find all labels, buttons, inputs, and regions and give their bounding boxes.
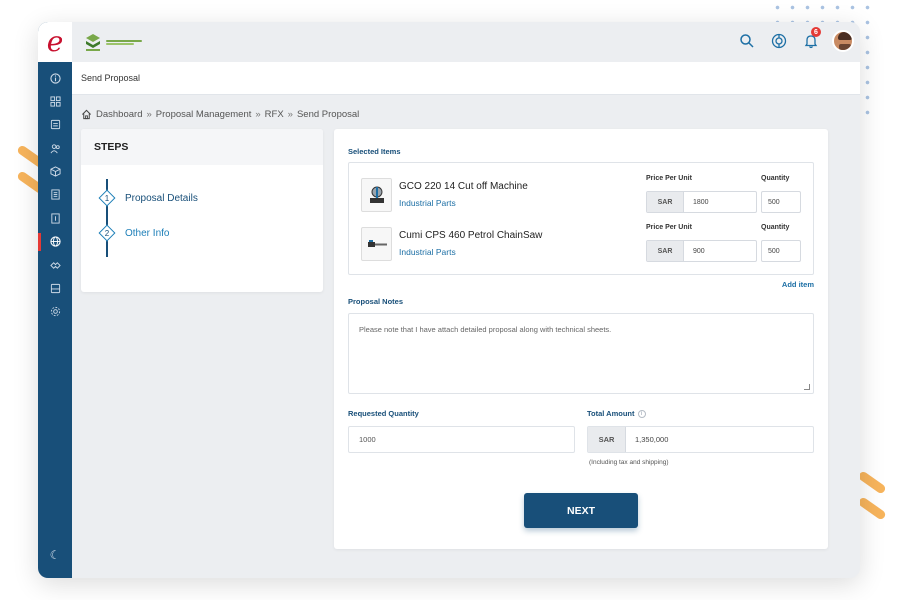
quantity-input[interactable]: 500 [761,240,801,262]
step-label: Other Info [125,227,170,239]
decorative-stripe [857,470,887,495]
top-icons: 6 [736,27,860,52]
proposal-notes-textarea[interactable]: Please note that I have attach detailed … [348,313,814,394]
document-icon[interactable] [38,185,72,205]
company-logo-mark [86,34,100,51]
breadcrumb: Dashboard » Proposal Management » RFX » … [81,109,359,120]
page-header: Send Proposal [72,62,860,95]
info-icon[interactable]: i [637,410,646,419]
item-category[interactable]: Industrial Parts [399,247,456,257]
settings-icon[interactable] [38,302,72,322]
breadcrumb-proposal-management[interactable]: Proposal Management [156,109,252,120]
decorative-stripe [857,496,887,521]
tax-note: (Including tax and shipping) [589,459,669,466]
requested-quantity-input[interactable]: 1000 [348,426,575,453]
item-category[interactable]: Industrial Parts [399,198,456,208]
step-other-info[interactable]: 2 Other Info [97,223,169,243]
step-number: 1 [104,193,110,203]
file-icon[interactable] [38,208,72,228]
moon-icon[interactable]: ☾ [38,548,72,562]
list-item: GCO 220 14 Cut off Machine Industrial Pa… [361,173,801,217]
price-value[interactable]: 900 [684,241,756,261]
total-amount-input: SAR 1,350,000 [587,426,814,453]
add-item-link[interactable]: Add item [782,280,814,289]
globe-icon[interactable] [768,30,790,52]
selected-items-list: GCO 220 14 Cut off Machine Industrial Pa… [348,162,814,275]
grid-icon[interactable] [38,91,72,111]
search-icon[interactable] [736,30,758,52]
item-name: Cumi CPS 460 Petrol ChainSaw [399,230,543,241]
company-logo[interactable] [83,32,142,52]
users-icon[interactable] [38,138,72,158]
topbar: 6 [72,22,860,62]
bell-icon[interactable]: 6 [800,27,822,52]
resize-handle[interactable] [804,384,810,390]
total-amount-value: 1,350,000 [635,435,669,444]
list-item: Cumi CPS 460 Petrol ChainSaw Industrial … [361,222,801,266]
steps-panel: STEPS 1 Proposal Details 2 Other Info [81,129,323,292]
breadcrumb-separator: » [287,109,293,120]
currency-label: SAR [647,192,684,212]
app-window: e ☾ 6 Send Proposal Dashboard » Proposal… [38,22,860,578]
step-number: 2 [104,228,110,238]
price-value[interactable]: 1800 [684,192,756,212]
breadcrumb-separator: » [255,109,261,120]
steps-title: STEPS [81,129,323,165]
price-per-unit-label: Price Per Unit [646,175,692,182]
requested-quantity-label: Requested Quantity [348,409,419,418]
handshake-icon[interactable] [38,255,72,275]
next-button[interactable]: NEXT [524,493,638,528]
item-name: GCO 220 14 Cut off Machine [399,181,528,192]
avatar[interactable] [832,30,854,52]
selected-items-label: Selected Items [348,147,401,156]
quantity-label: Quantity [761,175,790,182]
sidebar: e ☾ [38,22,72,578]
breadcrumb-rfx[interactable]: RFX [265,109,284,120]
quantity-label: Quantity [761,224,790,231]
step-proposal-details[interactable]: 1 Proposal Details [97,188,198,208]
total-amount-label: Total Amount [587,409,635,418]
total-amount-label-row: Total Amount i [587,409,646,419]
product-image [361,227,392,261]
breadcrumb-dashboard[interactable]: Dashboard [96,109,142,120]
price-input[interactable]: SAR 1800 [646,191,757,213]
price-per-unit-label: Price Per Unit [646,224,692,231]
globe-icon[interactable] [38,232,72,252]
price-input[interactable]: SAR 900 [646,240,757,262]
step-marker: 1 [97,188,117,208]
currency-label: SAR [588,427,626,452]
info-icon[interactable] [38,68,72,88]
home-icon[interactable] [81,109,92,120]
app-logo[interactable]: e [38,22,72,62]
company-logo-text [106,39,142,45]
currency-label: SAR [647,241,684,261]
proposal-form: Selected Items GCO 220 14 Cut off Machin… [334,129,828,549]
inbox-icon[interactable] [38,115,72,135]
logo-letter: e [46,25,64,58]
notes-text: Please note that I have attach detailed … [359,325,612,334]
step-label: Proposal Details [125,192,198,204]
quantity-input[interactable]: 500 [761,191,801,213]
breadcrumb-send-proposal: Send Proposal [296,109,360,120]
product-image [361,178,392,212]
notification-badge: 6 [811,27,821,37]
step-marker: 2 [97,223,117,243]
box-icon[interactable] [38,162,72,182]
page-header-title: Send Proposal [81,73,141,83]
breadcrumb-separator: » [146,109,152,120]
proposal-notes-label: Proposal Notes [348,297,404,306]
archive-icon[interactable] [38,279,72,299]
sidebar-nav [38,68,72,325]
